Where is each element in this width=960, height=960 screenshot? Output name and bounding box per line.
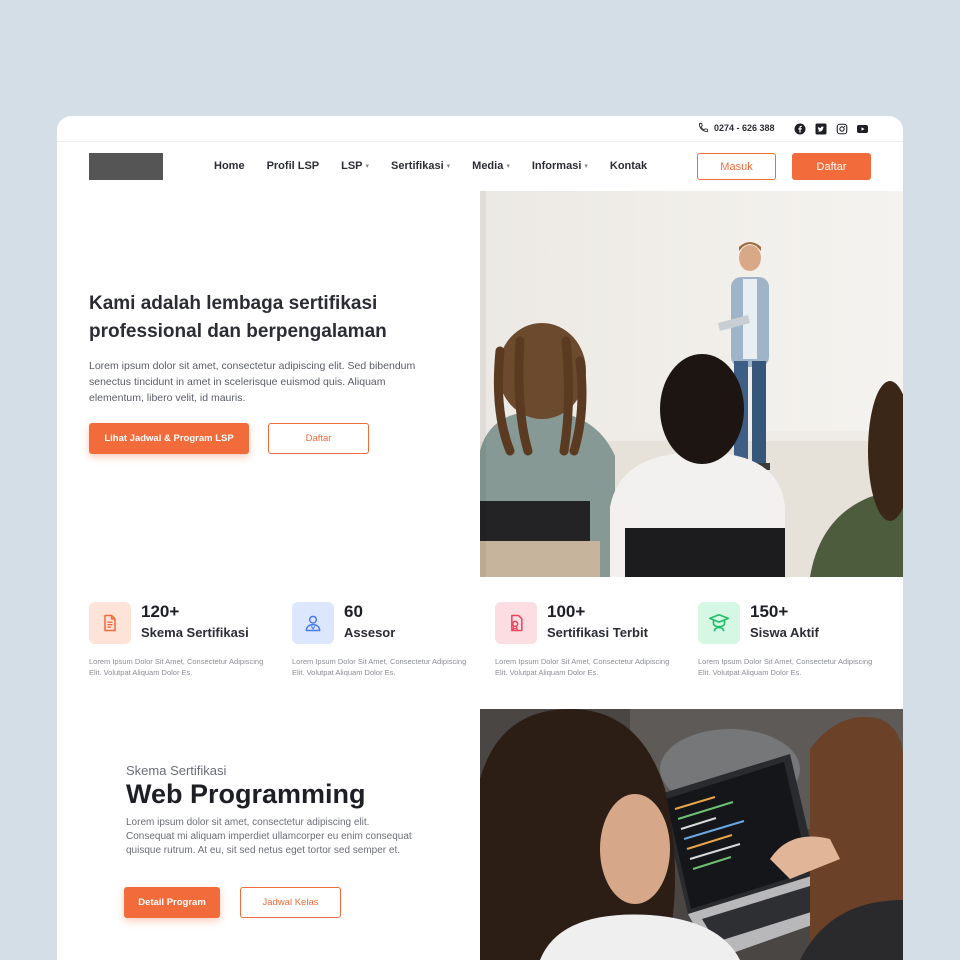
phone-icon (698, 122, 709, 133)
main-nav: Home Profil LSP LSP ▾ Sertifikasi ▾ Media ▾ Info… (57, 143, 903, 191)
hero-classroom-image (480, 191, 903, 577)
login-button[interactable]: Masuk (697, 153, 776, 180)
page-card: 0274 - 626 388 Home Profil LSP LSP ▾ Sertifi… (57, 116, 903, 960)
nav-item-label: Sertifikasi (391, 160, 444, 172)
stat-label: Sertifikasi Terbit (547, 625, 648, 640)
view-schedule-button[interactable]: Lihat Jadwal & Program LSP (89, 423, 249, 454)
stat-description: Lorem Ipsum Dolor Sit Amet, Consectetur … (89, 657, 264, 677)
program-description: Lorem ipsum dolor sit amet, consectetur … (126, 817, 412, 856)
laptop-coding-image (480, 709, 903, 960)
stat-label: Skema Sertifikasi (141, 625, 249, 640)
nav-item-label: Media (472, 160, 504, 172)
nav-item-label: Profil LSP (266, 160, 320, 172)
nav-item-profil-lsp[interactable]: Profil LSP (267, 160, 320, 172)
graduate-icon (698, 602, 740, 644)
facebook-icon[interactable] (793, 122, 806, 135)
nav-item-label: Home (214, 160, 245, 172)
phone-number: 0274 - 626 388 (714, 122, 775, 133)
hero-title: Kami adalah lembaga sertifikasi professi… (89, 293, 387, 342)
nav-item-label: Kontak (609, 160, 648, 172)
youtube-icon[interactable] (856, 122, 869, 135)
chevron-down-icon: ▾ (506, 163, 510, 170)
hero-description: Lorem ipsum dolor sit amet, consectetur … (89, 360, 416, 404)
chevron-down-icon: ▾ (584, 163, 588, 170)
top-bar: 0274 - 626 388 (57, 116, 903, 142)
twitter-icon[interactable] (814, 122, 827, 135)
nav-item-media[interactable]: Media ▾ (472, 160, 510, 172)
stat-label: Siswa Aktif (750, 625, 819, 640)
stat-description: Lorem Ipsum Dolor Sit Amet, Consectetur … (292, 657, 467, 677)
class-schedule-button[interactable]: Jadwal Kelas (240, 887, 341, 918)
logo[interactable] (89, 153, 163, 180)
stat-description: Lorem Ipsum Dolor Sit Amet, Consectetur … (495, 657, 670, 677)
nav-item-label: LSP (341, 160, 363, 172)
chevron-down-icon: ▾ (365, 163, 370, 170)
register-button[interactable]: Daftar (792, 153, 871, 180)
stat-number: 100+ (547, 602, 586, 621)
certificate-icon (495, 602, 537, 644)
nav-item-kontak[interactable]: Kontak (610, 160, 647, 172)
stat-description: Lorem Ipsum Dolor Sit Amet, Consectetur … (698, 657, 873, 677)
program-subtitle: Skema Sertifikasi (126, 763, 227, 778)
instagram-icon[interactable] (835, 122, 848, 135)
stats-section: 120+ Skema Sertifikasi Lorem Ipsum Dolor… (89, 602, 879, 682)
nav-menu: Home Profil LSP LSP ▾ Sertifikasi ▾ Media ▾ Info… (214, 160, 647, 172)
program-title: Web Programming (126, 779, 366, 809)
nav-item-label: Informasi (531, 160, 582, 172)
detail-program-button[interactable]: Detail Program (124, 887, 220, 918)
nav-item-sertifikasi[interactable]: Sertifikasi ▾ (391, 160, 450, 172)
user-icon (292, 602, 334, 644)
hero-register-button[interactable]: Daftar (268, 423, 369, 454)
stat-number: 60 (344, 602, 363, 621)
nav-item-informasi[interactable]: Informasi ▾ (532, 160, 588, 172)
social-links (793, 122, 869, 135)
stat-number: 120+ (141, 602, 180, 621)
stat-label: Assesor (344, 625, 396, 640)
document-icon (89, 602, 131, 644)
phone-contact[interactable]: 0274 - 626 388 (698, 122, 775, 133)
stat-number: 150+ (750, 602, 789, 621)
chevron-down-icon: ▾ (446, 163, 451, 170)
nav-item-home[interactable]: Home (214, 160, 245, 172)
nav-item-lsp[interactable]: LSP ▾ (341, 160, 369, 172)
